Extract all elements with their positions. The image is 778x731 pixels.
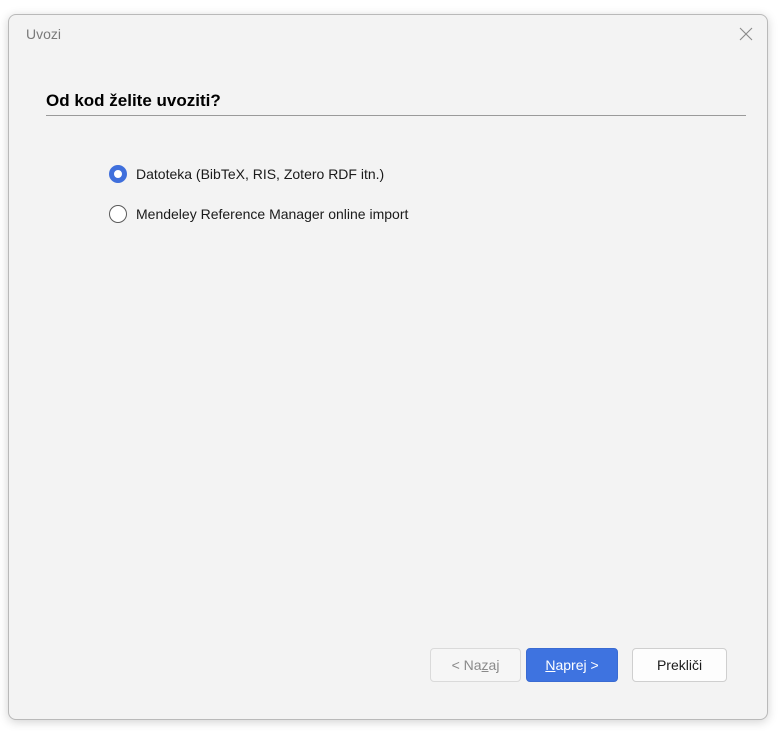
back-button-prefix: < Na (451, 657, 482, 673)
option-mendeley[interactable]: Mendeley Reference Manager online import (109, 205, 408, 223)
heading-divider (46, 115, 746, 116)
option-file[interactable]: Datoteka (BibTeX, RIS, Zotero RDF itn.) (109, 165, 384, 183)
close-icon (739, 27, 753, 41)
title-bar: Uvozi (9, 15, 767, 53)
option-mendeley-label: Mendeley Reference Manager online import (136, 206, 409, 222)
back-button-suffix: aj (488, 657, 500, 673)
window-title: Uvozi (26, 26, 62, 42)
radio-button-file[interactable] (109, 165, 127, 183)
next-button[interactable]: Naprej > (526, 648, 618, 682)
next-button-suffix: aprej > (555, 657, 599, 673)
back-button-mnemonic: z (481, 657, 489, 673)
back-button[interactable]: < Na z aj (430, 648, 521, 682)
next-button-mnemonic: N (545, 657, 556, 673)
close-button[interactable] (731, 19, 761, 49)
radio-button-mendeley[interactable] (109, 205, 127, 223)
import-dialog: Uvozi Od kod želite uvoziti? Datoteka (B… (8, 14, 768, 720)
page-title: Od kod želite uvoziti? (46, 91, 221, 110)
cancel-button[interactable]: Prekliči (632, 648, 727, 682)
option-file-label: Datoteka (BibTeX, RIS, Zotero RDF itn.) (136, 166, 385, 182)
